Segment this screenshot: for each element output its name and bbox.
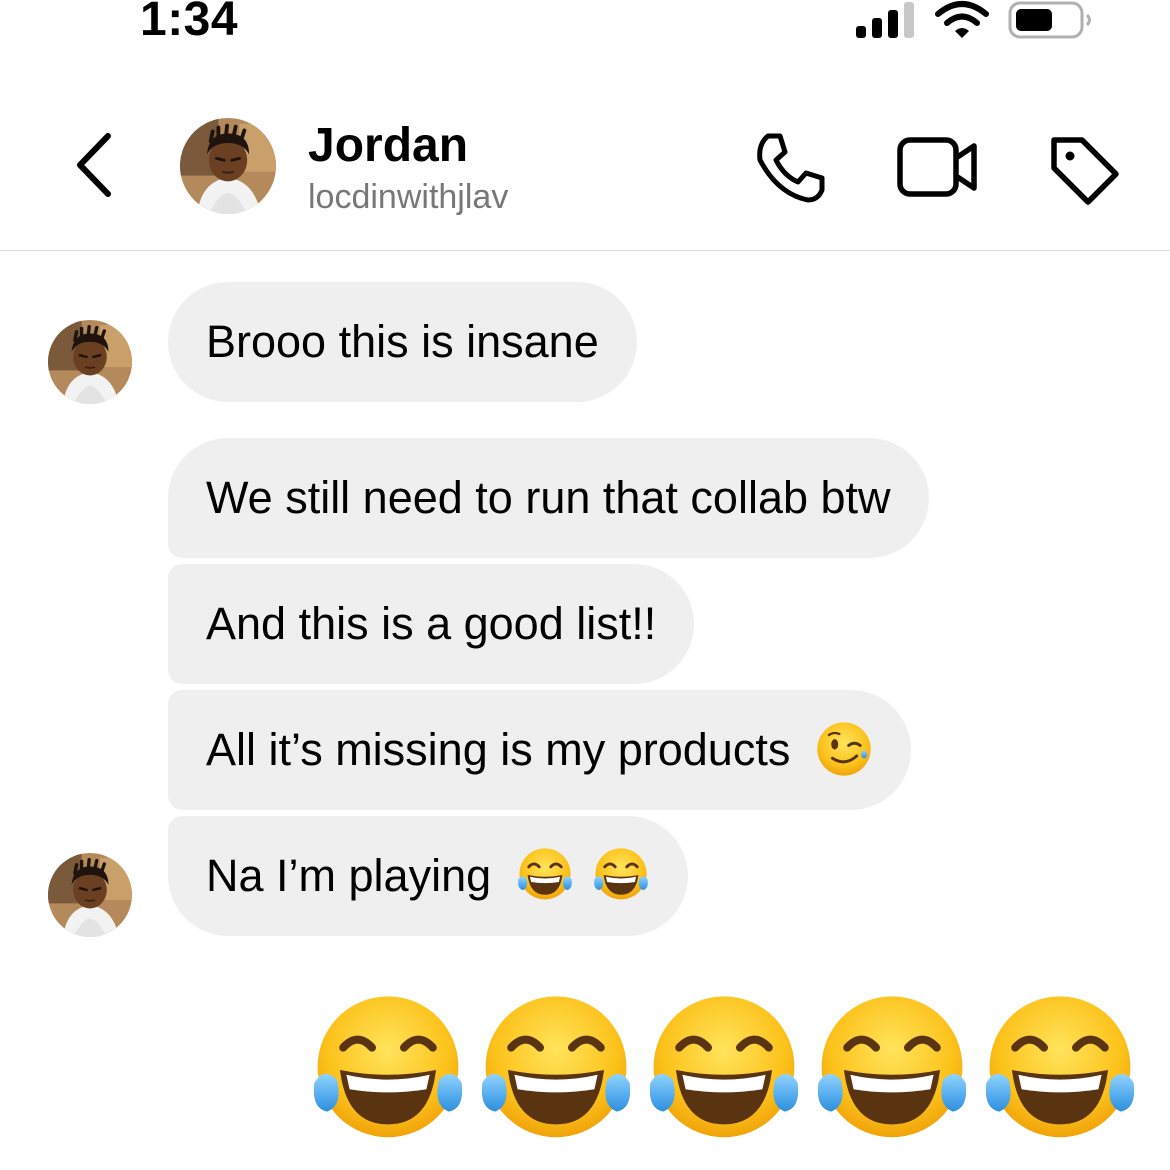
chat-header: Jordan locdinwithjlav <box>0 60 1170 251</box>
video-camera-icon <box>897 137 977 197</box>
audio-call-button[interactable] <box>752 130 828 206</box>
tears-of-joy-emoji <box>476 990 636 1150</box>
tears-of-joy-emoji <box>980 990 1140 1150</box>
tag-button[interactable] <box>1046 132 1122 208</box>
contact-name[interactable]: Jordan <box>308 118 468 173</box>
winking-face-emoji <box>815 720 873 778</box>
cellular-signal-icon <box>856 2 914 38</box>
message-text: And this is a good list!! <box>206 598 657 649</box>
wifi-icon <box>935 1 989 38</box>
tears-of-joy-emoji <box>644 990 804 1150</box>
sender-avatar[interactable] <box>48 853 132 937</box>
chevron-left-icon <box>77 133 111 197</box>
message-bubble[interactable]: And this is a good list!! <box>168 564 695 684</box>
message-bubble[interactable]: We still need to run that collab btw <box>168 438 929 558</box>
tears-of-joy-emoji <box>516 846 574 904</box>
message-bubble[interactable]: Brooo this is insane <box>168 282 637 402</box>
contact-username: locdinwithjlav <box>308 178 509 216</box>
message-text: Brooo this is insane <box>206 316 599 367</box>
tag-icon <box>1051 137 1119 205</box>
tears-of-joy-emoji <box>592 846 650 904</box>
video-call-button[interactable] <box>896 134 980 200</box>
status-bar: 1:34 <box>0 0 1170 50</box>
message-bubble[interactable]: All it’s missing is my products <box>168 690 911 810</box>
message-text: Na I’m playing <box>206 850 492 901</box>
status-time: 1:34 <box>140 0 239 46</box>
sender-avatar[interactable] <box>48 320 132 404</box>
message-bubble[interactable]: Na I’m playing <box>168 816 689 936</box>
contact-avatar[interactable] <box>180 118 276 214</box>
message-text: We still need to run that collab btw <box>206 472 891 523</box>
battery-icon <box>1008 1 1091 39</box>
phone-icon <box>757 133 825 203</box>
tears-of-joy-emoji <box>812 990 972 1150</box>
back-button[interactable] <box>70 130 120 200</box>
message-text: All it’s missing is my products <box>206 724 791 775</box>
tears-of-joy-emoji <box>308 990 468 1150</box>
sent-emoji-message[interactable] <box>308 990 1140 1150</box>
